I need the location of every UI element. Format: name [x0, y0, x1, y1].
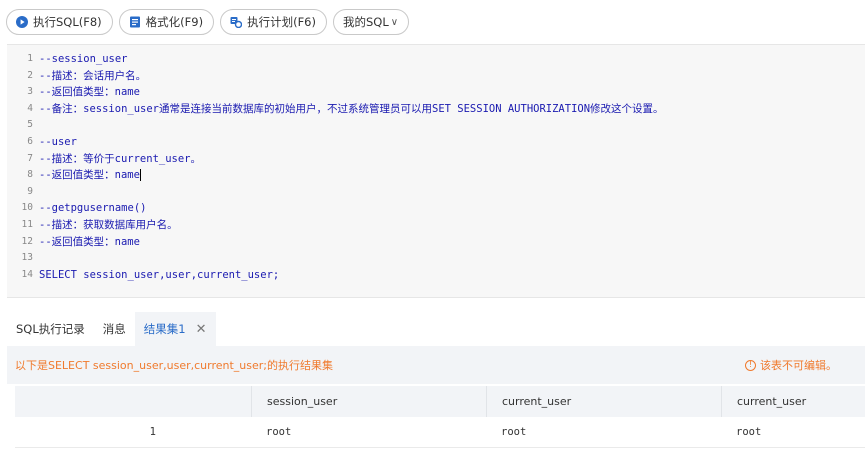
- line-number: 1: [27, 53, 33, 64]
- line-number: 14: [21, 268, 33, 280]
- line-number: 5: [27, 119, 33, 131]
- line-number: 12: [21, 235, 33, 247]
- result-grid: session_user current_user current_user 1…: [15, 386, 865, 448]
- line-number: 6: [27, 135, 33, 147]
- result-tabs: SQL执行记录 消息 结果集1 ✕: [7, 312, 216, 346]
- code-line: --user: [39, 135, 77, 148]
- line-number: 10: [21, 202, 33, 214]
- column-header-index: [15, 386, 251, 417]
- tab-label: 消息: [102, 322, 126, 336]
- tab-label: SQL执行记录: [16, 322, 85, 336]
- code-line: --描述：会话用户名。: [39, 69, 147, 82]
- column-header[interactable]: session_user: [251, 386, 486, 417]
- tab-messages[interactable]: 消息: [94, 312, 135, 346]
- play-icon: [16, 16, 28, 28]
- execution-plan-label: 执行计划(F6): [247, 15, 316, 29]
- column-header[interactable]: current_user: [486, 386, 721, 417]
- code-line-text: --返回值类型：name: [39, 169, 140, 182]
- execution-plan-icon: [230, 16, 243, 28]
- line-number: 3: [27, 86, 33, 98]
- table-cell[interactable]: root: [251, 417, 486, 447]
- info-icon: !: [745, 359, 756, 371]
- run-sql-button[interactable]: 执行SQL(F8): [6, 9, 113, 35]
- code-line: --session_user: [39, 53, 128, 65]
- execution-plan-button[interactable]: 执行计划(F6): [220, 9, 327, 35]
- format-button[interactable]: 格式化(F9): [118, 9, 215, 35]
- result-message: 以下是SELECT session_user,user,current_user…: [15, 359, 333, 372]
- column-header[interactable]: current_user: [721, 386, 865, 417]
- tab-sql-history[interactable]: SQL执行记录: [7, 312, 94, 346]
- text-cursor: [139, 169, 141, 182]
- run-sql-label: 执行SQL(F8): [33, 15, 102, 29]
- code-area[interactable]: --session_user --描述：会话用户名。 --返回值类型：name …: [39, 51, 865, 283]
- code-line: --getpgusername(): [39, 202, 147, 215]
- code-line: --描述：获取数据库用户名。: [39, 218, 178, 231]
- table-cell[interactable]: root: [486, 417, 721, 447]
- code-line: SELECT session_user,user,current_user;: [39, 268, 280, 281]
- format-label: 格式化(F9): [145, 15, 204, 29]
- code-line-with-cursor: --返回值类型：name: [39, 167, 865, 184]
- warning-text: 该表不可编辑。: [760, 359, 837, 372]
- sql-editor[interactable]: 1 2 3 4 5 6 7 8 9 10 11 12 13 14 --sessi…: [7, 44, 865, 298]
- table-cell[interactable]: root: [721, 417, 865, 447]
- line-number: 9: [27, 185, 33, 197]
- code-line: --备注：session_user通常是连接当前数据库的初始用户，不过系统管理员…: [39, 102, 664, 115]
- line-number: 13: [21, 252, 33, 264]
- line-number: 7: [27, 152, 33, 164]
- line-number: 2: [27, 69, 33, 81]
- read-only-warning: ! 该表不可编辑。: [745, 357, 837, 373]
- my-sql-dropdown[interactable]: 我的SQL ∨: [332, 9, 410, 35]
- line-number: 8: [27, 169, 33, 181]
- code-line: --描述：等价于current_user。: [39, 152, 202, 165]
- table-row[interactable]: 1 root root root: [15, 417, 865, 448]
- chevron-down-icon: ∨: [390, 16, 399, 28]
- result-info-bar: 以下是SELECT session_user,user,current_user…: [7, 346, 865, 384]
- tab-label: 结果集1: [143, 322, 186, 336]
- line-number: 4: [27, 102, 33, 114]
- line-number: 11: [21, 218, 33, 230]
- tab-result-set-1[interactable]: 结果集1 ✕: [134, 312, 216, 346]
- my-sql-label: 我的SQL: [342, 15, 389, 29]
- format-icon: [129, 16, 141, 28]
- code-line: --返回值类型：name: [39, 235, 140, 248]
- toolbar: 执行SQL(F8) 格式化(F9) 执行计划(F6) 我的SQL ∨: [6, 9, 410, 35]
- grid-header-row: session_user current_user current_user: [15, 386, 865, 417]
- code-line: --返回值类型：name: [39, 86, 140, 99]
- close-icon[interactable]: ✕: [196, 322, 207, 337]
- row-number: 1: [149, 426, 156, 438]
- line-number-gutter: 1 2 3 4 5 6 7 8 9 10 11 12 13 14: [7, 51, 35, 283]
